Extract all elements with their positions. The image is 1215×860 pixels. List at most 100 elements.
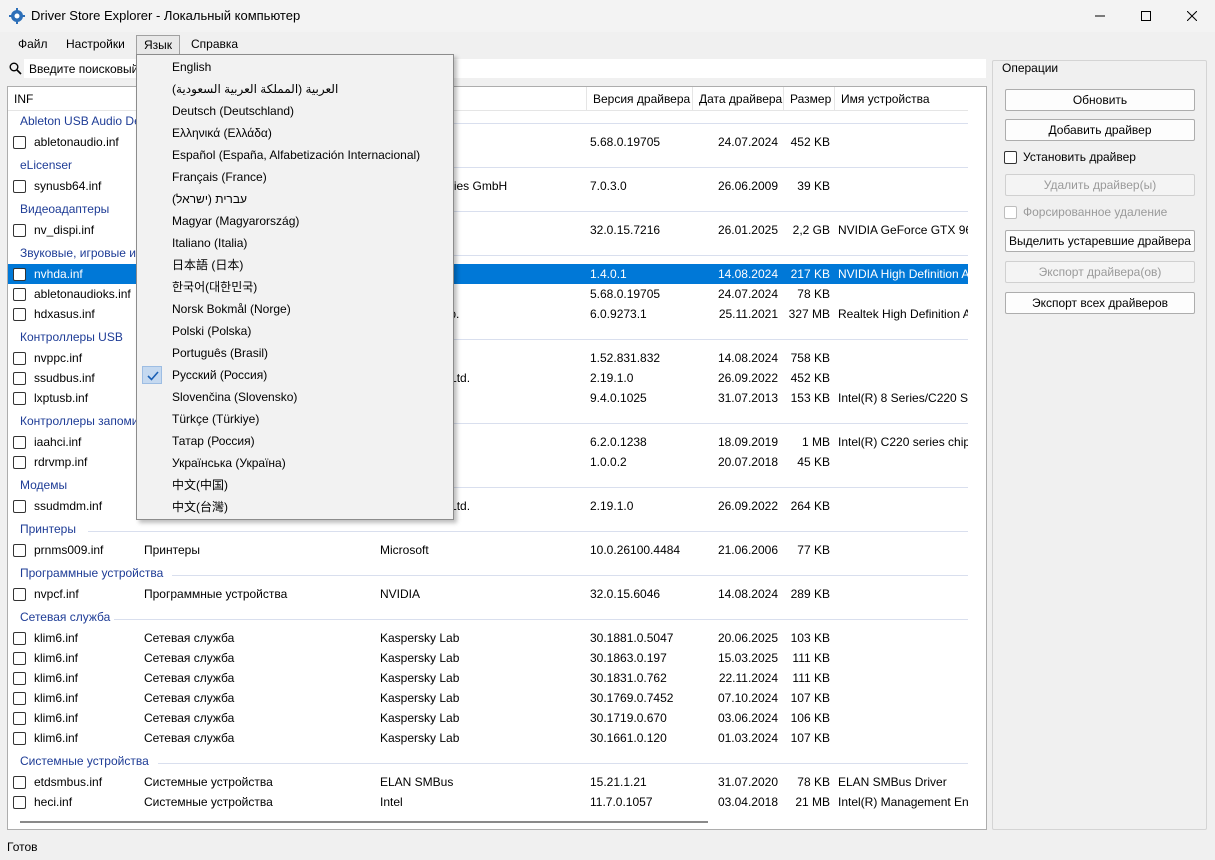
menu-item-language[interactable]: Français (France) [172,166,267,188]
cell-inf: klim6.inf [34,671,79,685]
column-header-device[interactable]: Имя устройства [834,87,930,111]
group-header[interactable]: Сетевая служба [8,607,968,627]
delete-driver-button[interactable]: Удалить драйвер(ы) [1005,174,1195,196]
gear-icon [9,8,25,24]
table-row[interactable]: klim6.inf Сетевая служба Kaspersky Lab 3… [8,728,968,748]
row-checkbox[interactable] [13,776,26,789]
menu-help[interactable]: Справка [184,35,245,56]
menu-item-language[interactable]: Norsk Bokmål (Norge) [172,298,291,320]
cell-inf: etdsmbus.inf [34,775,103,789]
row-checkbox[interactable] [13,652,26,665]
checkbox-box[interactable] [1004,151,1017,164]
cell-version: 30.1719.0.670 [590,711,667,725]
export-drivers-button[interactable]: Экспорт драйвера(ов) [1005,261,1195,283]
refresh-button[interactable]: Обновить [1005,89,1195,111]
maximize-button[interactable] [1123,0,1169,32]
menu-item-language[interactable]: Українська (Україна) [172,452,286,474]
cell-provider: Intel [380,795,403,809]
cell-size: 107 KB [790,691,830,705]
table-row[interactable]: nvpcf.inf Программные устройства NVIDIA … [8,584,968,604]
row-checkbox[interactable] [13,672,26,685]
table-row[interactable]: prnms009.inf Принтеры Microsoft 10.0.261… [8,540,968,560]
menu-item-language[interactable]: 中文(中国) [172,474,228,496]
menu-file[interactable]: Файл [11,35,55,56]
row-checkbox[interactable] [13,500,26,513]
menu-language[interactable]: Язык [136,35,181,56]
row-checkbox[interactable] [13,456,26,469]
export-all-drivers-button[interactable]: Экспорт всех драйверов [1005,292,1195,314]
cell-inf: klim6.inf [34,731,79,745]
horizontal-scrollbar[interactable] [20,821,708,823]
group-header[interactable]: Программные устройства [8,563,968,583]
cell-size: 153 KB [790,391,830,405]
row-checkbox[interactable] [13,308,26,321]
table-row[interactable]: klim6.inf Сетевая служба Kaspersky Lab 3… [8,708,968,728]
menu-item-language[interactable]: עברית (ישראל) [172,188,247,210]
cell-date: 14.08.2024 [717,267,778,281]
row-checkbox[interactable] [13,588,26,601]
cell-size: 327 MB [788,307,830,321]
row-checkbox[interactable] [13,436,26,449]
minimize-button[interactable] [1077,0,1123,32]
menu-item-language[interactable]: Slovenčina (Slovensko) [172,386,297,408]
cell-size: 758 KB [790,351,830,365]
close-button[interactable] [1169,0,1215,32]
row-checkbox[interactable] [13,732,26,745]
menu-item-language-selected[interactable]: Русский (Россия) [172,364,267,386]
table-row[interactable]: klim6.inf Сетевая служба Kaspersky Lab 3… [8,628,968,648]
cell-date: 31.07.2020 [717,775,778,789]
table-row[interactable]: klim6.inf Сетевая служба Kaspersky Lab 3… [8,668,968,688]
add-driver-button[interactable]: Добавить драйвер [1005,119,1195,141]
row-checkbox[interactable] [13,632,26,645]
menu-item-language[interactable]: 中文(台灣) [172,496,228,518]
selected-language-check [142,366,162,384]
menu-item-language[interactable]: English [172,56,211,78]
cell-class: Системные устройства [144,775,273,789]
row-checkbox[interactable] [13,796,26,809]
group-header[interactable]: Системные устройства [8,751,968,771]
row-checkbox[interactable] [13,180,26,193]
menu-settings[interactable]: Настройки [59,35,132,56]
row-checkbox[interactable] [13,692,26,705]
menu-item-language[interactable]: 한국어(대한민국) [172,276,257,298]
row-checkbox[interactable] [13,392,26,405]
menu-item-language[interactable]: Polski (Polska) [172,320,251,342]
cell-device: ELAN SMBus Driver [838,775,947,789]
menu-item-language[interactable]: Türkçe (Türkiye) [172,408,259,430]
menu-item-language[interactable]: 日本語 (日本) [172,254,243,276]
select-old-drivers-button[interactable]: Выделить устаревшие драйвера [1005,230,1195,252]
column-header-size[interactable]: Размер [783,87,831,111]
group-header[interactable]: Принтеры [8,519,968,539]
cell-inf: heci.inf [34,795,73,809]
cell-version: 32.0.15.7216 [590,223,661,237]
menu-item-language[interactable]: Português (Brasil) [172,342,268,364]
row-checkbox[interactable] [13,136,26,149]
column-header-date[interactable]: Дата драйвера [692,87,782,111]
row-checkbox[interactable] [13,544,26,557]
menu-item-language[interactable]: Italiano (Italia) [172,232,247,254]
column-header-version[interactable]: Версия драйвера [586,87,690,111]
row-checkbox[interactable] [13,372,26,385]
checkbox-box[interactable] [1004,206,1017,219]
menu-item-language[interactable]: Magyar (Magyarország) [172,210,299,232]
cell-inf: ssudmdm.inf [34,499,103,513]
cell-class: Системные устройства [144,795,273,809]
menu-item-language[interactable]: Татар (Россия) [172,430,255,452]
row-checkbox[interactable] [13,268,26,281]
menu-item-language[interactable]: Ελληνικά (Ελλάδα) [172,122,272,144]
row-checkbox[interactable] [13,352,26,365]
cell-provider: Kaspersky Lab [380,731,460,745]
menu-item-language[interactable]: العربية (المملكة العربية السعودية) [172,78,338,100]
row-checkbox[interactable] [13,712,26,725]
check-icon [147,371,159,381]
menu-item-language[interactable]: Español (España, Alfabetización Internac… [172,144,420,166]
table-row[interactable]: etdsmbus.inf Системные устройства ELAN S… [8,772,968,792]
menu-item-language[interactable]: Deutsch (Deutschland) [172,100,294,122]
table-row[interactable]: klim6.inf Сетевая служба Kaspersky Lab 3… [8,648,968,668]
vertical-scrollbar[interactable] [968,87,986,829]
table-row[interactable]: klim6.inf Сетевая служба Kaspersky Lab 3… [8,688,968,708]
row-checkbox[interactable] [13,288,26,301]
table-row[interactable]: heci.inf Системные устройства Intel 11.7… [8,792,968,812]
column-header-inf[interactable]: INF [8,87,33,111]
row-checkbox[interactable] [13,224,26,237]
